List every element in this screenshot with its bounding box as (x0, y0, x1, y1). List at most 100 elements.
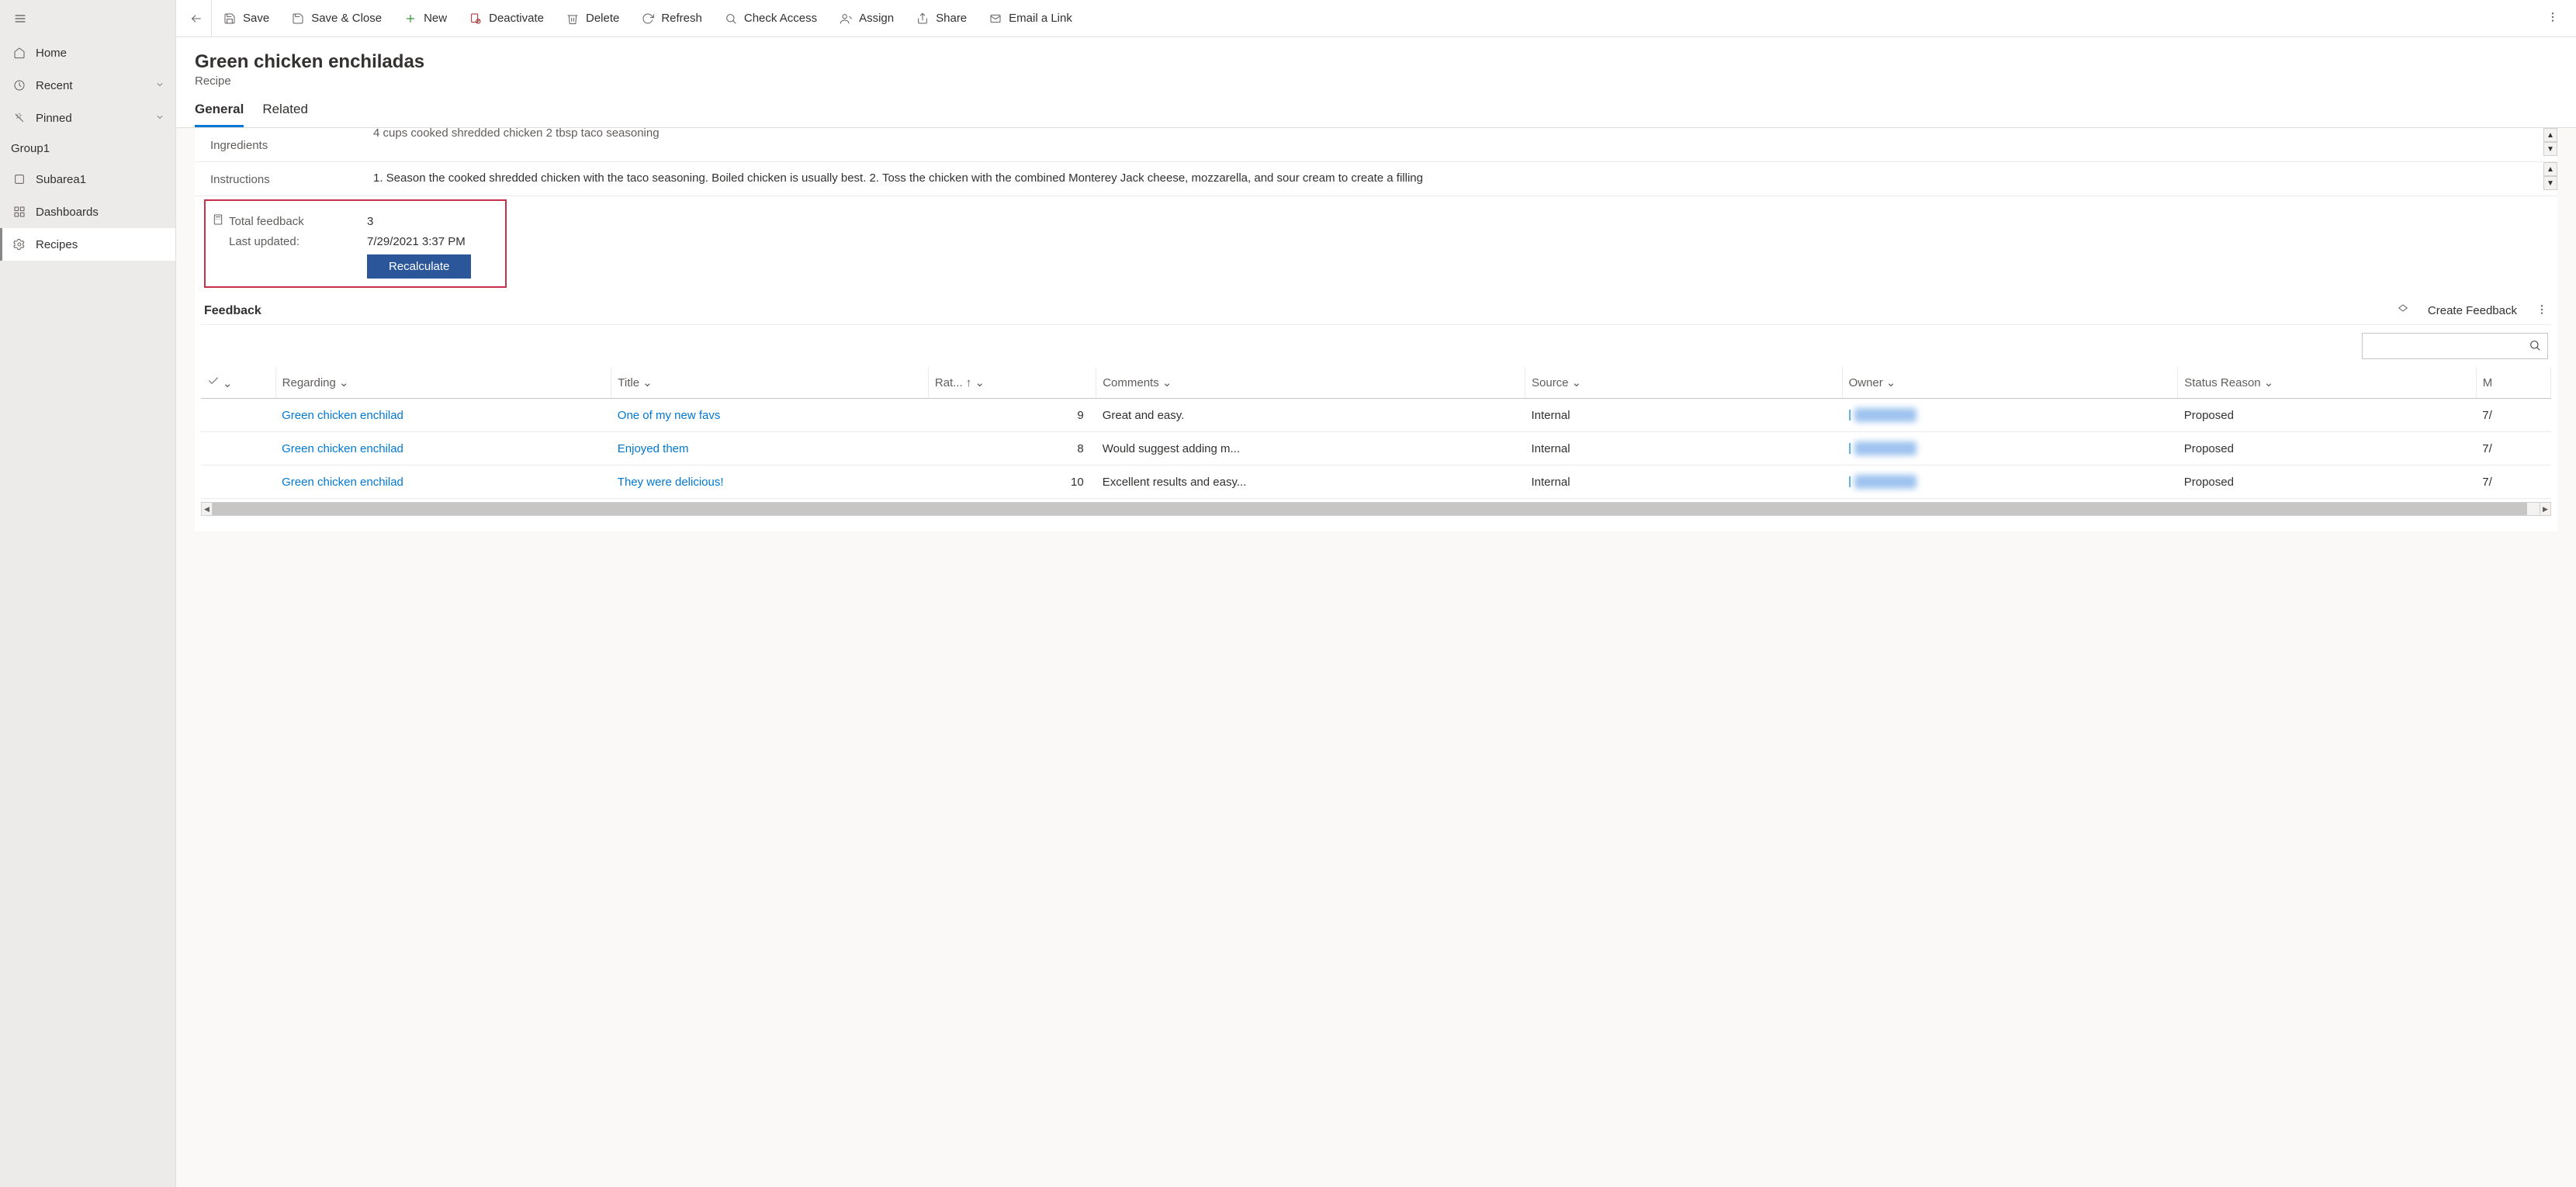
recalculate-button[interactable]: Recalculate (367, 254, 471, 279)
share-button[interactable]: Share (905, 0, 978, 37)
nav-subarea1-label: Subarea1 (36, 173, 86, 186)
cell-title[interactable]: Enjoyed them (611, 432, 929, 465)
rollup-highlight-box: Total feedback 3 Last updated: 7/29/2021… (204, 199, 507, 288)
record-header: Green chicken enchiladas Recipe (176, 37, 2576, 88)
email-link-button[interactable]: Email a Link (978, 0, 1083, 37)
col-comments[interactable]: Comments⌄ (1096, 367, 1525, 399)
assign-icon (839, 12, 853, 25)
email-link-label: Email a Link (1009, 12, 1072, 25)
cell-title[interactable]: They were delicious! (611, 465, 929, 499)
nav-home[interactable]: Home (0, 36, 175, 69)
total-feedback-label: Total feedback (229, 215, 304, 228)
save-button[interactable]: Save (212, 0, 280, 37)
col-title[interactable]: Title⌄ (611, 367, 929, 399)
col-owner[interactable]: Owner⌄ (1842, 367, 2178, 399)
cell-title[interactable]: One of my new favs (611, 399, 929, 432)
cell-owner[interactable]: | (1842, 399, 2178, 432)
cell-regarding[interactable]: Green chicken enchilad (275, 399, 611, 432)
subgrid-overflow[interactable] (2536, 303, 2548, 318)
cell-rating: 10 (928, 465, 1096, 499)
refresh-icon (641, 12, 655, 25)
scroll-down-button[interactable]: ▼ (2543, 176, 2557, 190)
col-source[interactable]: Source⌄ (1525, 367, 1843, 399)
chevron-down-icon (155, 79, 164, 92)
cell-comments: Would suggest adding m... (1096, 432, 1525, 465)
feedback-subgrid: Feedback Create Feedback (195, 297, 2557, 516)
nav-group-label: Group1 (0, 134, 175, 163)
nav-home-label: Home (36, 47, 67, 60)
scroll-left-arrow[interactable]: ◀ (202, 503, 213, 515)
save-close-icon (291, 12, 305, 25)
last-updated-value: 7/29/2021 3:37 PM (367, 235, 466, 248)
field-instructions[interactable]: Instructions 1. Season the cooked shredd… (195, 162, 2557, 196)
nav-pinned-label: Pinned (36, 112, 72, 125)
assign-button[interactable]: Assign (828, 0, 905, 37)
scroll-thumb[interactable] (213, 503, 2527, 515)
cell-m: 7/ (2476, 465, 2550, 499)
col-select[interactable]: ⌄ (201, 367, 275, 399)
trash-icon (566, 12, 580, 25)
entity-icon (11, 173, 28, 185)
total-feedback-value: 3 (367, 215, 373, 228)
share-label: Share (936, 12, 967, 25)
nav-recent[interactable]: Recent (0, 69, 175, 102)
nav-pinned[interactable]: Pinned (0, 102, 175, 134)
col-rating[interactable]: Rat...↑ ⌄ (928, 367, 1096, 399)
deactivate-label: Deactivate (489, 12, 544, 25)
check-access-button[interactable]: Check Access (713, 0, 828, 37)
scroll-up-button[interactable]: ▲ (2543, 128, 2557, 142)
nav-recipes[interactable]: Recipes (0, 228, 175, 261)
scroll-right-arrow[interactable]: ▶ (2540, 503, 2550, 515)
refresh-button[interactable]: Refresh (630, 0, 713, 37)
cell-status: Proposed (2178, 432, 2477, 465)
nav-dashboards-label: Dashboards (36, 206, 99, 219)
tab-related[interactable]: Related (262, 102, 308, 127)
create-feedback-button[interactable]: Create Feedback (2428, 304, 2517, 317)
cell-m: 7/ (2476, 399, 2550, 432)
record-entity-label: Recipe (195, 74, 2557, 88)
command-overflow[interactable] (2534, 11, 2571, 26)
plus-icon (403, 12, 417, 25)
cell-m: 7/ (2476, 432, 2550, 465)
scroll-down-button[interactable]: ▼ (2543, 142, 2557, 156)
nav-subarea1[interactable]: Subarea1 (0, 163, 175, 196)
hamburger-icon[interactable] (0, 3, 175, 36)
delete-button[interactable]: Delete (555, 0, 630, 37)
subgrid-search-input[interactable] (2362, 333, 2548, 359)
subgrid-title: Feedback (204, 304, 261, 318)
record-title: Green chicken enchiladas (195, 51, 2557, 73)
assign-label: Assign (859, 12, 894, 25)
pin-icon (11, 112, 28, 124)
table-row[interactable]: Green chicken enchiladEnjoyed them8Would… (201, 432, 2551, 465)
clock-icon (11, 79, 28, 92)
cell-regarding[interactable]: Green chicken enchilad (275, 432, 611, 465)
table-row[interactable]: Green chicken enchiladThey were deliciou… (201, 465, 2551, 499)
col-m[interactable]: M (2476, 367, 2550, 399)
deactivate-button[interactable]: Deactivate (458, 0, 555, 37)
cell-status: Proposed (2178, 399, 2477, 432)
cell-owner[interactable]: | (1842, 432, 2178, 465)
field-ingredients[interactable]: Ingredients 4 cups cooked shredded chick… (195, 128, 2557, 162)
col-regarding[interactable]: Regarding⌄ (275, 367, 611, 399)
scroll-up-button[interactable]: ▲ (2543, 162, 2557, 176)
command-bar: Save Save & Close New Deactivate Delete … (176, 0, 2576, 37)
flow-icon[interactable] (2397, 303, 2409, 318)
back-button[interactable] (181, 0, 212, 37)
horizontal-scrollbar[interactable]: ◀ ▶ (201, 502, 2551, 516)
dashboard-icon (11, 206, 28, 218)
refresh-label: Refresh (661, 12, 702, 25)
cell-owner[interactable]: | (1842, 465, 2178, 499)
nav-dashboards[interactable]: Dashboards (0, 196, 175, 228)
last-updated-label: Last updated: (229, 235, 299, 248)
cell-source: Internal (1525, 465, 1843, 499)
col-status-reason[interactable]: Status Reason⌄ (2178, 367, 2477, 399)
tab-general[interactable]: General (195, 102, 244, 127)
table-row[interactable]: Green chicken enchiladOne of my new favs… (201, 399, 2551, 432)
save-close-label: Save & Close (311, 12, 382, 25)
save-icon (223, 12, 237, 25)
cell-comments: Great and easy. (1096, 399, 1525, 432)
calculator-icon (212, 213, 224, 229)
cell-regarding[interactable]: Green chicken enchilad (275, 465, 611, 499)
save-close-button[interactable]: Save & Close (280, 0, 393, 37)
new-button[interactable]: New (393, 0, 458, 37)
